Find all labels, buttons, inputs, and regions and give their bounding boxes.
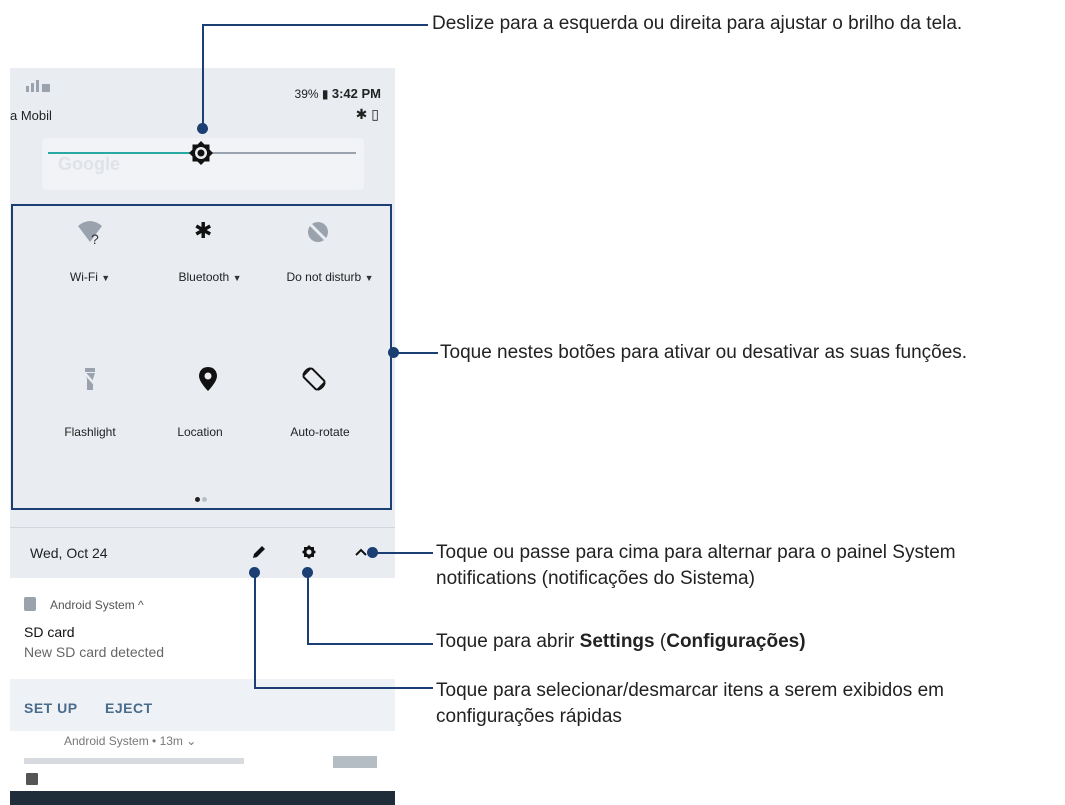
eject-button[interactable]: EJECT (105, 700, 153, 716)
notification-thumbnail (333, 756, 377, 768)
callout-switch-line1: Toque ou passe para cima para alternar p… (436, 542, 956, 563)
settings-gear-icon[interactable] (301, 544, 317, 560)
image-icon (26, 773, 38, 785)
status-bar-right: 39% ▮ 3:42 PM (295, 86, 381, 101)
chevron-up-icon[interactable] (354, 547, 368, 557)
status-icons: ✱ ▯ (356, 106, 379, 123)
clock: 3:42 PM (331, 86, 381, 101)
callout-line (254, 687, 433, 689)
callout-line (254, 572, 256, 689)
callout-settings-paren: ( (654, 631, 667, 652)
notification-text[interactable]: New SD card detected (24, 644, 164, 660)
callout-edit-line2: configurações rápidas (436, 706, 622, 727)
signal-icon (26, 80, 50, 92)
callout-pin (197, 123, 208, 134)
battery-percent: 39% (294, 87, 319, 101)
callout-line (202, 24, 428, 26)
callout-line (395, 352, 438, 354)
next-notification-header[interactable]: Android System • 13m ⌄ (64, 734, 196, 748)
callout-toggles: Toque nestes botões para ativar ou desat… (440, 342, 968, 363)
callout-switch-panel: Toque ou passe para cima para alternar p… (436, 540, 956, 592)
callout-settings: Toque para abrir Settings (Configurações… (436, 629, 806, 655)
date-label: Wed, Oct 24 (30, 545, 108, 561)
setup-button[interactable]: SET UP (24, 700, 78, 716)
callout-settings-bold2: Configurações) (666, 631, 806, 652)
callout-line (202, 24, 204, 129)
edit-pencil-icon[interactable] (251, 544, 267, 560)
next-notification-text-cut (24, 758, 244, 764)
callout-edit: Toque para selecionar/desmarcar itens a … (436, 678, 944, 730)
callout-settings-prefix: Toque para abrir (436, 631, 580, 652)
callout-line (374, 552, 433, 554)
callout-switch-line2: notifications (notificações do Sistema) (436, 568, 755, 589)
notification-title[interactable]: SD card (24, 624, 75, 640)
brightness-slider-track[interactable] (201, 152, 356, 154)
quick-settings-highlight (11, 204, 392, 510)
wallpaper-strip (10, 791, 395, 805)
notification-app-name[interactable]: Android System ^ (50, 598, 144, 612)
callout-settings-bold: Settings (579, 631, 655, 652)
carrier-name: a Mobil (10, 108, 52, 123)
sd-card-icon (24, 597, 36, 611)
vibrate-icon: ▯ (371, 106, 379, 122)
bluetooth-status-icon: ✱ (355, 106, 368, 122)
brightness-slider-fill[interactable] (48, 152, 201, 154)
divider (10, 527, 395, 528)
callout-line (307, 643, 433, 645)
callout-line (307, 572, 309, 645)
search-widget-logo: Google (58, 154, 120, 174)
battery-icon: ▮ (321, 87, 329, 101)
brightness-icon[interactable] (188, 140, 214, 166)
callout-brightness: Deslize para a esquerda ou direita para … (432, 13, 963, 34)
callout-edit-line1: Toque para selecionar/desmarcar itens a … (436, 680, 944, 701)
